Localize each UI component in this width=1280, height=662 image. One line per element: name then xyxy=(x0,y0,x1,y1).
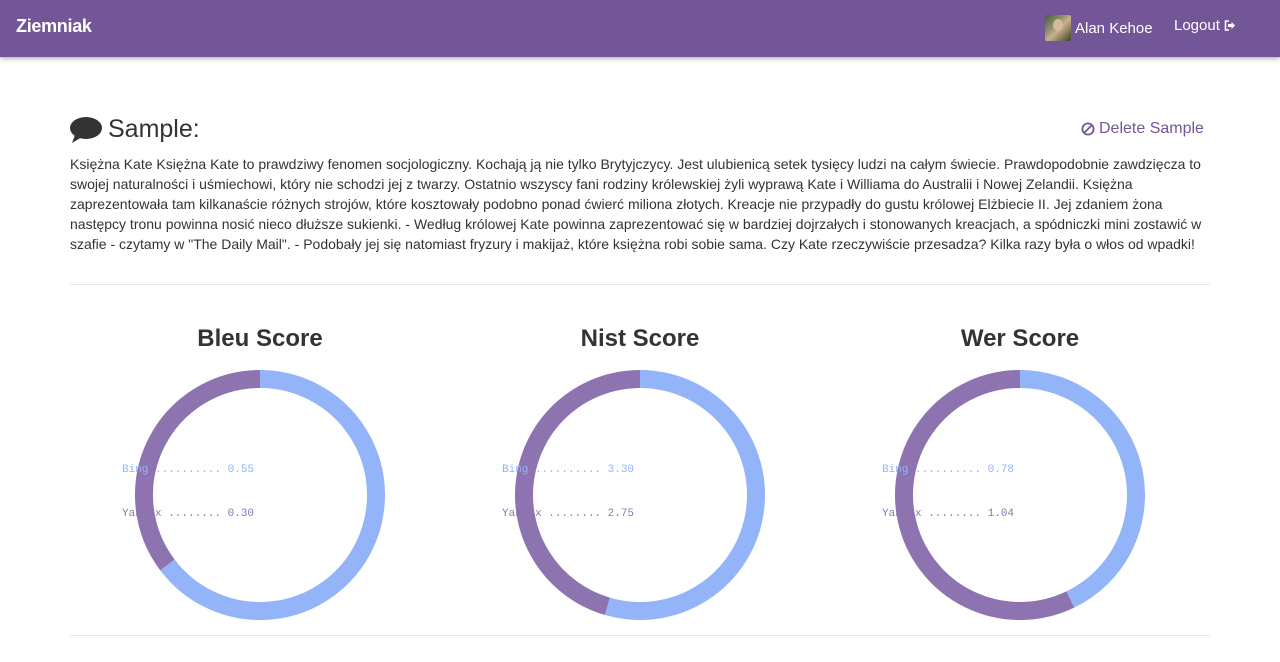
yandex-arc xyxy=(515,370,641,615)
chart-title: Wer Score xyxy=(960,325,1080,352)
divider xyxy=(70,635,1210,636)
comment-icon xyxy=(70,116,102,143)
chart-title: Nist Score xyxy=(580,325,700,352)
delete-sample-button[interactable]: Delete Sample xyxy=(1081,120,1204,138)
avatar xyxy=(1045,15,1071,41)
nist-donut-chart xyxy=(515,370,765,620)
bing-legend: Bing .......... 0.78 xyxy=(882,464,1015,476)
user-name: Alan Kehoe xyxy=(1075,19,1153,37)
yandex-legend: Yandex ........ 0.30 xyxy=(122,508,255,520)
logout-label: Logout xyxy=(1174,17,1220,34)
wer-score-panel: Wer Score Bing .......... 0.78 Yandex ..… xyxy=(830,322,1210,620)
bleu-donut-chart xyxy=(135,370,385,620)
sample-heading: Sample: xyxy=(108,115,200,143)
yandex-legend: Yandex ........ 1.04 xyxy=(882,508,1015,520)
divider xyxy=(70,284,1210,285)
bing-arc xyxy=(604,370,765,620)
bleu-score-panel: Bleu Score Bing .......... 0.55 Yandex .… xyxy=(70,322,450,620)
yandex-legend: Yandex ........ 2.75 xyxy=(502,508,635,520)
brand-logo[interactable]: Ziemniak xyxy=(16,16,92,37)
wer-donut-chart xyxy=(895,370,1145,620)
ban-icon xyxy=(1081,122,1095,136)
sample-text: Księżna Kate Księżna Kate to prawdziwy f… xyxy=(70,156,1202,252)
logout-button[interactable]: Logout xyxy=(1174,17,1236,34)
chart-title: Bleu Score xyxy=(197,325,323,352)
delete-sample-label: Delete Sample xyxy=(1099,120,1204,137)
bing-legend: Bing .......... 0.55 xyxy=(122,464,255,476)
top-navbar: Ziemniak Alan Kehoe Logout xyxy=(0,0,1280,57)
sign-out-icon xyxy=(1224,20,1235,31)
bing-legend: Bing .......... 3.30 xyxy=(502,464,635,476)
user-menu[interactable]: Alan Kehoe xyxy=(1045,15,1153,41)
bing-arc xyxy=(160,370,385,620)
yandex-arc xyxy=(895,370,1075,620)
bing-arc xyxy=(1019,370,1145,608)
sample-header: Sample: xyxy=(70,115,200,144)
nist-score-panel: Nist Score Bing .......... 3.30 Yandex .… xyxy=(450,322,830,620)
